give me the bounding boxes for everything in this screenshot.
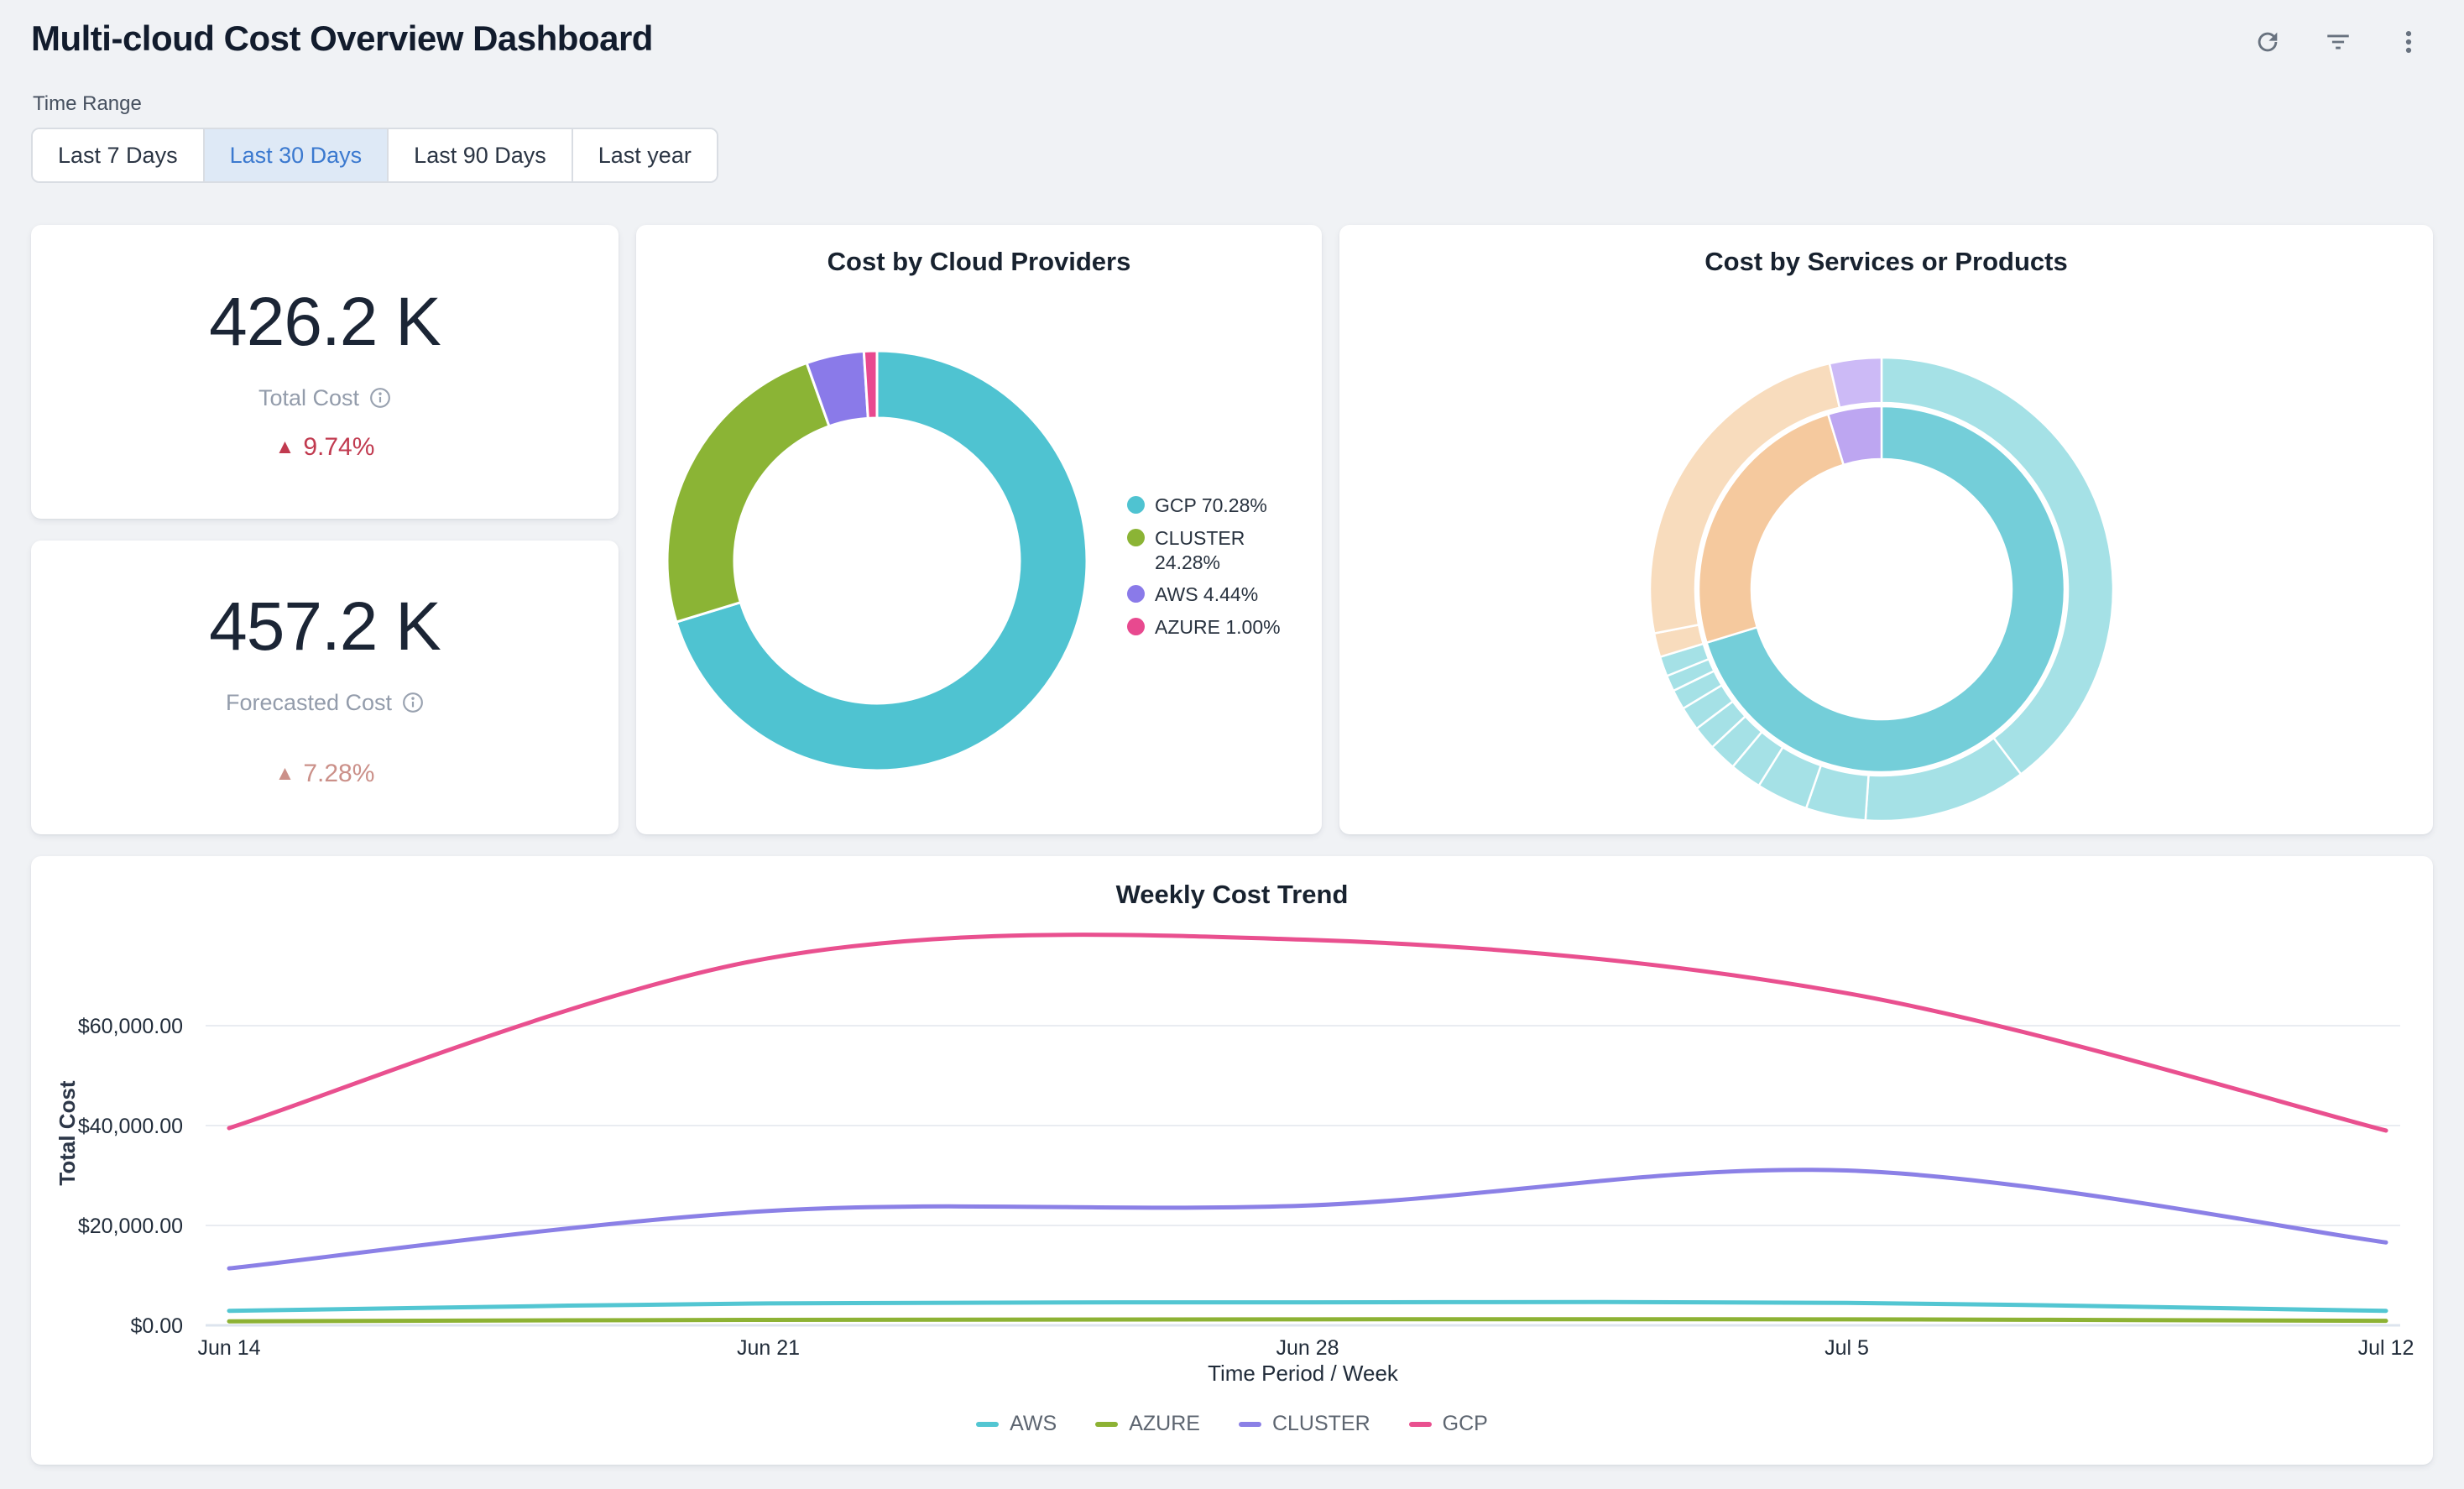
x-tick-label: Jul 12 (2358, 1336, 2414, 1360)
trend-up-icon: ▲ (275, 762, 295, 786)
legend-dash (1409, 1422, 1432, 1427)
trend-line-cluster[interactable] (229, 1170, 2386, 1268)
legend-bullet (1127, 529, 1145, 546)
trend-legend-item-aws[interactable]: AWS (976, 1412, 1057, 1436)
services-sunburst-chart[interactable] (1339, 225, 2433, 834)
forecasted-cost-value: 457.2 K (209, 588, 441, 666)
legend-dash (976, 1422, 999, 1427)
total-cost-delta-value: 9.74% (303, 433, 374, 462)
x-tick-label: Jun 21 (737, 1336, 800, 1360)
filter-button[interactable] (2320, 24, 2357, 60)
total-cost-delta: ▲ 9.74% (275, 433, 375, 462)
sunburst-outer-aws-13[interactable] (1830, 358, 1882, 408)
weekly-cost-trend-card: $0.00 $20,000.00 $40,000.00 $60,000.00 Jun 1… (31, 856, 2433, 1465)
page-title: Multi-cloud Cost Overview Dashboard (31, 18, 653, 59)
legend-label: AZURE 1.00% (1155, 615, 1281, 640)
time-range-last-year[interactable]: Last year (572, 129, 717, 181)
legend-bullet (1127, 618, 1145, 635)
refresh-icon (2253, 28, 2282, 56)
trend-line-azure[interactable] (229, 1319, 2386, 1322)
total-cost-card: 426.2 K Total Cost ▲ 9.74% (31, 225, 619, 519)
kebab-menu-icon (2394, 28, 2423, 56)
cost-by-cloud-providers-card: Cost by Cloud Providers GCP 70.28%CLUSTE… (636, 225, 1322, 834)
legend-label: GCP (1443, 1412, 1488, 1436)
dashboard-page: Multi-cloud Cost Overview Dashboard Time… (0, 0, 2464, 1489)
forecasted-cost-delta: ▲ 7.28% (275, 760, 375, 788)
more-options-button[interactable] (2390, 24, 2427, 60)
trend-legend-item-gcp[interactable]: GCP (1409, 1412, 1488, 1436)
x-tick-label: Jul 5 (1825, 1336, 1869, 1360)
forecasted-cost-label-text: Forecasted Cost (226, 690, 392, 716)
legend-label: AWS (1010, 1412, 1057, 1436)
forecasted-cost-delta-value: 7.28% (303, 760, 374, 788)
info-icon[interactable] (369, 387, 391, 409)
legend-item-azure[interactable]: AZURE 1.00% (1127, 615, 1287, 640)
time-range-last-7-days[interactable]: Last 7 Days (33, 129, 203, 181)
trend-legend-item-azure[interactable]: AZURE (1095, 1412, 1200, 1436)
top-cards-row: 426.2 K Total Cost ▲ 9.74% 457.2 K Forec… (31, 225, 2433, 834)
trend-chart-title: Weekly Cost Trend (31, 880, 2433, 910)
y-tick-label: $40,000.00 (78, 1115, 183, 1138)
filter-icon (2324, 28, 2352, 56)
time-range-button-group: Last 7 DaysLast 30 DaysLast 90 DaysLast … (31, 128, 718, 183)
total-cost-label-text: Total Cost (258, 385, 359, 411)
y-tick-label: $20,000.00 (78, 1215, 183, 1238)
legend-label: CLUSTER 24.28% (1155, 526, 1287, 575)
legend-dash (1239, 1422, 1261, 1427)
legend-bullet (1127, 585, 1145, 603)
time-range-label: Time Range (33, 92, 142, 116)
total-cost-value: 426.2 K (209, 283, 441, 362)
legend-item-aws[interactable]: AWS 4.44% (1127, 583, 1287, 607)
x-tick-label: Jun 28 (1276, 1336, 1339, 1360)
time-range-last-30-days[interactable]: Last 30 Days (203, 129, 388, 181)
weekly-cost-trend-chart[interactable]: $0.00 $20,000.00 $40,000.00 $60,000.00 Jun 1… (31, 856, 2433, 1465)
legend-label: GCP 70.28% (1155, 494, 1267, 518)
legend-item-gcp[interactable]: GCP 70.28% (1127, 494, 1287, 518)
x-axis-title: Time Period / Week (1208, 1361, 1399, 1386)
y-tick-label: $60,000.00 (78, 1015, 183, 1038)
legend-label: AZURE (1129, 1412, 1200, 1436)
legend-bullet (1127, 496, 1145, 514)
providers-legend: GCP 70.28% CLUSTER 24.28% AWS 4.44% AZURE 1… (1127, 494, 1287, 648)
legend-label: AWS 4.44% (1155, 583, 1258, 607)
trend-line-gcp[interactable] (229, 935, 2386, 1131)
trend-legend-item-cluster[interactable]: CLUSTER (1239, 1412, 1370, 1436)
forecasted-cost-label: Forecasted Cost (226, 690, 424, 716)
cost-by-services-card: Cost by Services or Products (1339, 225, 2433, 834)
forecasted-cost-card: 457.2 K Forecasted Cost ▲ 7.28% (31, 541, 619, 834)
total-cost-label: Total Cost (258, 385, 391, 411)
time-range-last-90-days[interactable]: Last 90 Days (387, 129, 572, 181)
trend-up-icon: ▲ (275, 436, 295, 459)
trend-line-aws[interactable] (229, 1302, 2386, 1310)
y-axis-title: Total Cost (55, 1080, 80, 1186)
kpi-column: 426.2 K Total Cost ▲ 9.74% 457.2 K Forec… (31, 225, 619, 834)
header-actions (2249, 24, 2427, 60)
info-icon[interactable] (402, 692, 424, 713)
x-tick-label: Jun 14 (197, 1336, 260, 1360)
legend-label: CLUSTER (1272, 1412, 1370, 1436)
y-tick-label: $0.00 (130, 1314, 183, 1338)
legend-item-cluster[interactable]: CLUSTER 24.28% (1127, 526, 1287, 575)
trend-legend: AWS AZURE CLUSTER GCP (31, 1412, 2433, 1436)
donut-slice-cluster[interactable] (667, 363, 829, 622)
refresh-button[interactable] (2249, 24, 2286, 60)
legend-dash (1095, 1422, 1118, 1427)
